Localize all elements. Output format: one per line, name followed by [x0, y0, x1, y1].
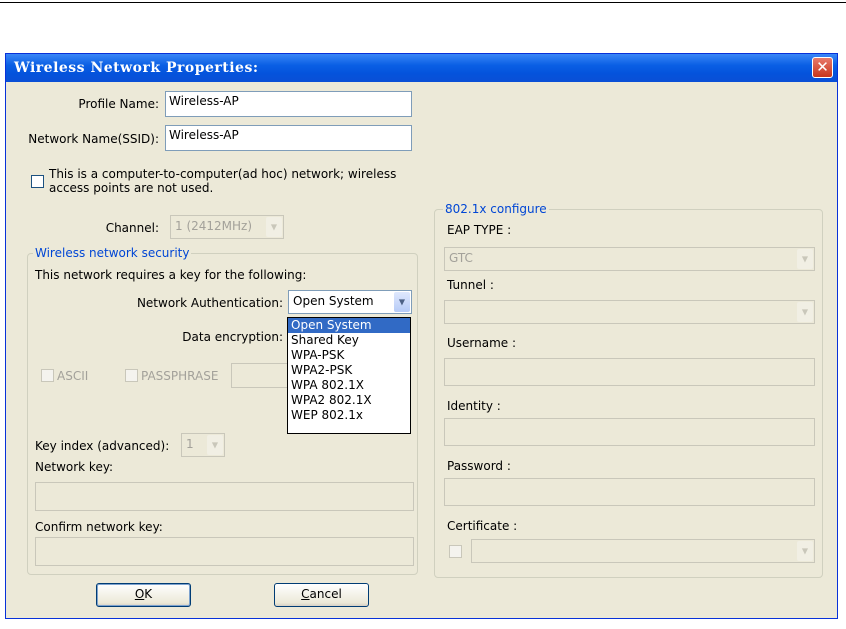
identity-input[interactable]: [444, 418, 815, 446]
window-title: Wireless Network Properties:: [14, 60, 259, 76]
eap-type-label: EAP TYPE :: [447, 223, 512, 237]
close-button[interactable]: ✕: [812, 57, 833, 78]
profile-name-label: Profile Name:: [78, 97, 159, 111]
profile-name-input[interactable]: Wireless-AP: [165, 91, 412, 117]
password-label: Password :: [447, 459, 511, 473]
auth-label: Network Authentication:: [136, 296, 283, 310]
chevron-down-icon: ▼: [797, 541, 813, 561]
passphrase-label: PASSPHRASE: [141, 369, 219, 383]
channel-label: Channel:: [105, 221, 159, 235]
chevron-down-icon: ▼: [797, 302, 813, 322]
key-index-value: 1: [186, 437, 194, 451]
passphrase-checkbox[interactable]: [125, 369, 138, 382]
eap-type-select[interactable]: GTC ▼: [444, 247, 815, 271]
auth-value: Open System: [293, 294, 374, 308]
adhoc-label-line1: This is a computer-to-computer(ad hoc) n…: [49, 167, 397, 181]
eap-type-value: GTC: [449, 251, 473, 265]
tunnel-select[interactable]: ▼: [444, 300, 815, 324]
password-input[interactable]: [444, 478, 815, 506]
auth-option-wpa-psk[interactable]: WPA-PSK: [288, 348, 410, 363]
auth-option-wpa2-8021x[interactable]: WPA2 802.1X: [288, 393, 410, 408]
key-index-label: Key index (advanced):: [35, 439, 170, 453]
auth-option-wep-8021x[interactable]: WEP 802.1x: [288, 408, 410, 423]
adhoc-checkbox[interactable]: [31, 175, 44, 188]
close-icon: ✕: [816, 58, 829, 76]
ascii-label: ASCII: [57, 369, 89, 383]
ssid-label: Network Name(SSID):: [28, 132, 159, 146]
cancel-button[interactable]: Cancel: [274, 583, 369, 607]
channel-select[interactable]: 1 (2412MHz) ▼: [170, 215, 284, 239]
identity-label: Identity :: [447, 399, 501, 413]
chevron-down-icon: ▼: [266, 217, 282, 237]
auth-option-wpa-8021x[interactable]: WPA 802.1X: [288, 378, 410, 393]
certificate-checkbox[interactable]: [449, 545, 462, 558]
auth-option-shared-key[interactable]: Shared Key: [288, 333, 410, 348]
chevron-down-icon[interactable]: ▼: [394, 292, 410, 312]
ssid-input[interactable]: Wireless-AP: [165, 125, 412, 151]
ok-button[interactable]: OK: [96, 583, 191, 607]
channel-value: 1 (2412MHz): [175, 219, 253, 233]
certificate-label: Certificate :: [447, 519, 518, 533]
dialog-window: Wireless Network Properties: ✕ Profile N…: [5, 53, 838, 619]
chevron-down-icon: ▼: [797, 249, 813, 269]
encryption-label: Data encryption:: [182, 330, 283, 344]
chevron-down-icon: ▼: [207, 435, 223, 455]
dot1x-group-title: 802.1x configure: [443, 202, 549, 216]
certificate-select[interactable]: ▼: [471, 539, 815, 563]
network-key-input[interactable]: [35, 482, 414, 511]
top-rule: [0, 2, 846, 3]
auth-option-open-system[interactable]: Open System: [288, 318, 410, 333]
auth-select[interactable]: Open System ▼: [288, 290, 412, 314]
confirm-key-input[interactable]: [35, 537, 414, 566]
security-intro: This network requires a key for the foll…: [35, 268, 307, 282]
confirm-key-label: Confirm network key:: [35, 520, 163, 534]
ascii-checkbox[interactable]: [41, 369, 54, 382]
username-input[interactable]: [444, 358, 815, 386]
tunnel-label: Tunnel :: [447, 278, 494, 292]
passphrase-input[interactable]: [231, 363, 291, 388]
adhoc-label-line2: access points are not used.: [49, 181, 214, 195]
title-bar[interactable]: Wireless Network Properties: ✕: [6, 54, 837, 82]
username-label: Username :: [447, 336, 517, 350]
key-index-select[interactable]: 1 ▼: [181, 433, 225, 457]
auth-dropdown-list[interactable]: Open System Shared Key WPA-PSK WPA2-PSK …: [287, 317, 411, 434]
security-group-title: Wireless network security: [33, 246, 192, 260]
auth-option-wpa2-psk[interactable]: WPA2-PSK: [288, 363, 410, 378]
network-key-label: Network key:: [35, 460, 114, 474]
